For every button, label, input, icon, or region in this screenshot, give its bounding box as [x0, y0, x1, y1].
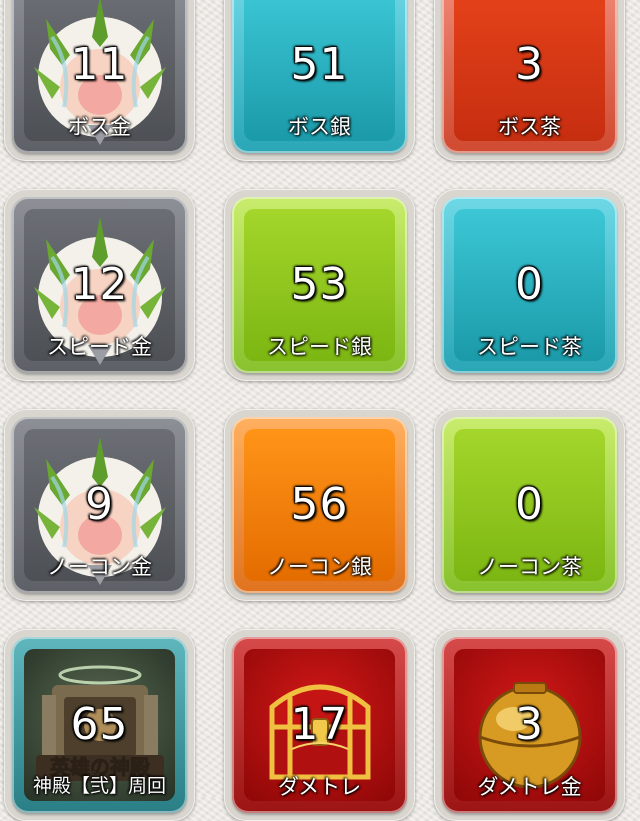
tile-boss-silver[interactable]: 51 ボス銀	[224, 0, 415, 161]
tile-value: 56	[290, 479, 349, 530]
tile-boss-gold[interactable]: 11 ボス金	[4, 0, 195, 161]
tile-value: 12	[70, 259, 129, 310]
tile-value: 17	[290, 699, 349, 750]
tile-value: 11	[70, 39, 129, 90]
tile-label: スピード銀	[267, 335, 372, 359]
tile-label: ボス銀	[288, 115, 351, 139]
tile-value: 3	[515, 699, 544, 750]
tile-label: ノーコン金	[47, 555, 152, 579]
tile-speed-silver[interactable]: 53 スピード銀	[224, 189, 415, 381]
tile-nocon-silver[interactable]: 56 ノーコン銀	[224, 409, 415, 601]
tile-label: スピード茶	[477, 335, 582, 359]
tile-label: ボス茶	[498, 115, 561, 139]
tile-dametore[interactable]: 17 ダメトレ	[224, 629, 415, 821]
tile-dametore-gold[interactable]: 3 ダメトレ金	[434, 629, 625, 821]
tile-label: ボス金	[68, 115, 131, 139]
tile-nocon-bronze[interactable]: 0 ノーコン茶	[434, 409, 625, 601]
tile-value: 0	[515, 259, 544, 310]
tile-value: 0	[515, 479, 544, 530]
tile-value: 65	[70, 699, 129, 750]
tile-speed-bronze[interactable]: 0 スピード茶	[434, 189, 625, 381]
tile-label: ノーコン銀	[267, 555, 372, 579]
tile-label: 神殿【弐】周回	[32, 775, 166, 797]
tile-boss-bronze[interactable]: 3 ボス茶	[434, 0, 625, 161]
tile-speed-gold[interactable]: 12 スピード金	[4, 189, 195, 381]
tile-label: ノーコン茶	[477, 555, 582, 579]
tile-value: 51	[290, 39, 349, 90]
tile-value: 3	[515, 39, 544, 90]
tile-label: スピード金	[47, 335, 152, 359]
tile-nocon-gold[interactable]: 9 ノーコン金	[4, 409, 195, 601]
tile-value: 53	[290, 259, 349, 310]
tile-temple-laps[interactable]: 英雄の神殿 65 神殿【弐】周回	[4, 629, 195, 821]
tile-value: 9	[85, 479, 114, 530]
